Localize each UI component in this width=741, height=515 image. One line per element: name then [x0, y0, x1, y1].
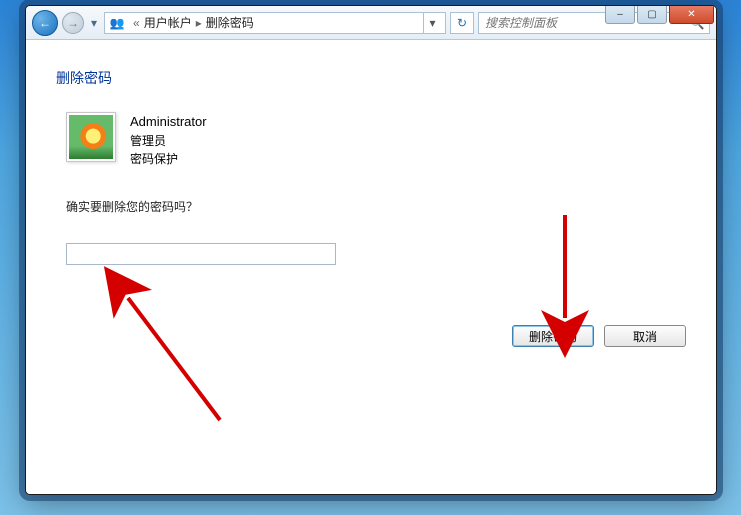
minimize-button[interactable]: –: [605, 6, 635, 24]
forward-button[interactable]: →: [62, 12, 84, 34]
current-password-input[interactable]: [66, 243, 336, 265]
breadcrumb-separator-icon: ▸: [196, 16, 202, 30]
cancel-button[interactable]: 取消: [604, 325, 686, 347]
history-dropdown[interactable]: ▾: [88, 13, 100, 33]
minimize-icon: –: [617, 9, 623, 20]
breadcrumb-part[interactable]: 用户帐户: [144, 14, 192, 31]
back-button[interactable]: ←: [32, 10, 58, 36]
close-button[interactable]: ✕: [669, 6, 714, 24]
breadcrumb-dropdown[interactable]: ▾: [423, 12, 441, 34]
forward-icon: →: [67, 16, 79, 30]
control-panel-window: – ▢ ✕ ← → ▾ 👥 « 用户帐户 ▸ 删除密码 ▾: [25, 5, 717, 495]
confirmation-prompt: 确实要删除您的密码吗？: [56, 198, 686, 215]
maximize-icon: ▢: [647, 9, 656, 20]
breadcrumb-separator-icon: «: [133, 16, 140, 30]
refresh-button[interactable]: ↻: [450, 12, 474, 34]
maximize-button[interactable]: ▢: [637, 6, 667, 24]
page-title: 删除密码: [56, 68, 686, 88]
users-icon: 👥: [109, 15, 125, 31]
close-icon: ✕: [687, 9, 695, 20]
user-info-text: Administrator 管理员 密码保护: [130, 112, 207, 168]
chevron-down-icon: ▾: [91, 16, 97, 30]
back-icon: ←: [39, 16, 51, 30]
breadcrumb[interactable]: 👥 « 用户帐户 ▸ 删除密码 ▾: [104, 12, 446, 34]
avatar-image: [69, 115, 113, 159]
delete-password-button[interactable]: 删除密码: [512, 325, 594, 347]
chevron-down-icon: ▾: [429, 16, 435, 30]
user-name: Administrator: [130, 112, 207, 132]
breadcrumb-part[interactable]: 删除密码: [206, 14, 254, 31]
refresh-icon: ↻: [457, 16, 467, 30]
user-password-status: 密码保护: [130, 150, 207, 168]
avatar: [66, 112, 116, 162]
dialog-buttons: 删除密码 取消: [512, 325, 686, 347]
content-area: 删除密码 Administrator 管理员 密码保护 确实要删除您的密码吗？ …: [26, 40, 716, 494]
user-info-block: Administrator 管理员 密码保护: [56, 112, 686, 168]
window-controls: – ▢ ✕: [605, 6, 714, 24]
user-role: 管理员: [130, 132, 207, 150]
